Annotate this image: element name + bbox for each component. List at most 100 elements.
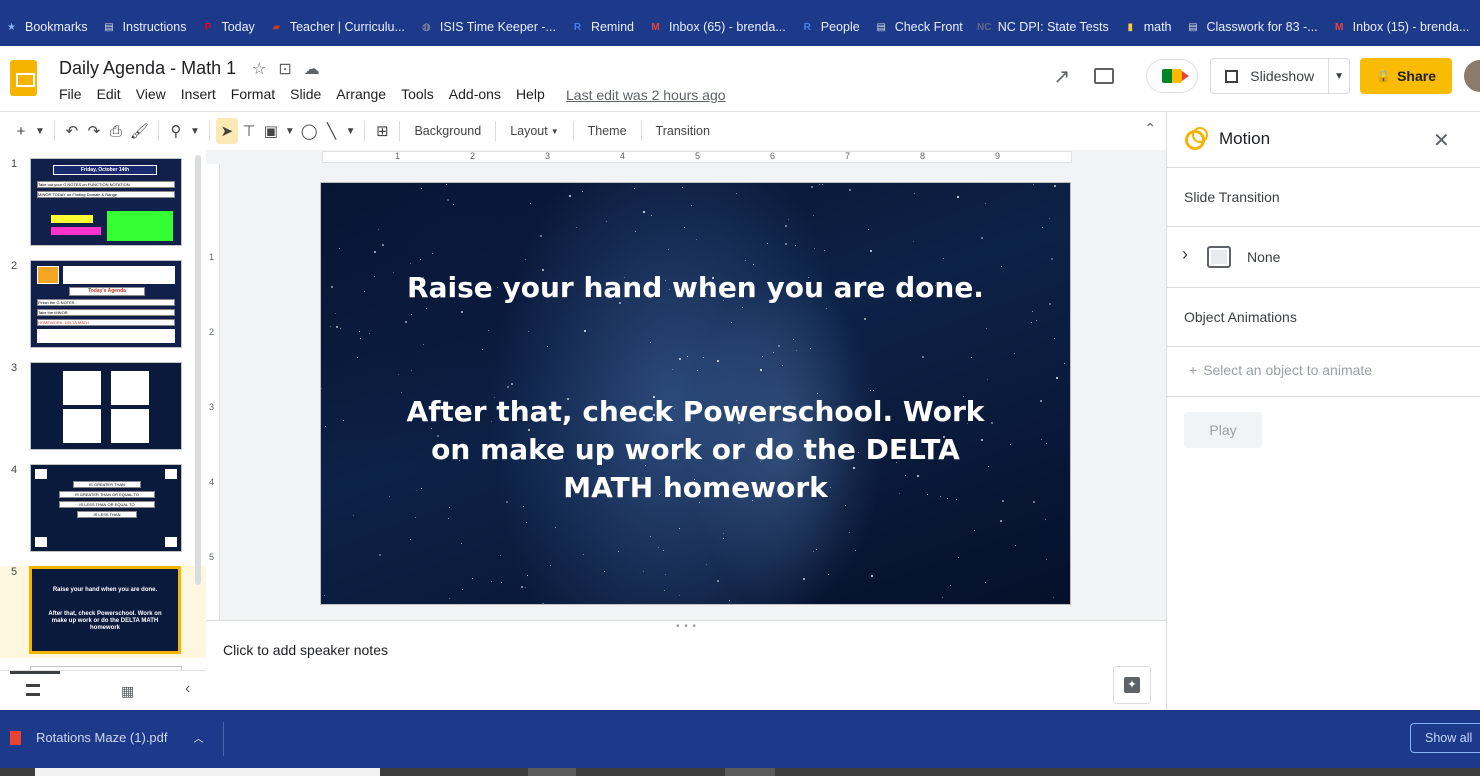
text-box-icon[interactable]: ⊤ <box>238 118 260 144</box>
star-icon[interactable]: ☆ <box>252 59 266 79</box>
slide-thumbnail-selected[interactable]: Raise your hand when you are done. After… <box>29 566 181 654</box>
menu-item-help[interactable]: Help <box>516 86 545 102</box>
bookmark-item[interactable]: P Today <box>200 20 255 35</box>
filmstrip-view-icon[interactable] <box>26 684 40 696</box>
thumb-symbol <box>35 537 47 547</box>
close-icon[interactable]: ✕ <box>1433 128 1450 153</box>
image-dropdown-icon[interactable]: ▼ <box>282 118 298 144</box>
divider <box>1167 226 1480 227</box>
line-dropdown-icon[interactable]: ▼ <box>343 118 359 144</box>
chevron-up-icon[interactable]: ︿ <box>194 730 204 745</box>
line-icon[interactable]: ╲ <box>321 118 343 144</box>
activity-dashboard-icon[interactable]: ↗ <box>1054 64 1071 89</box>
transition-button[interactable]: Transition <box>648 118 718 144</box>
share-button[interactable]: 🔒 Share <box>1360 58 1452 94</box>
menu-item-file[interactable]: File <box>59 86 82 102</box>
bookmark-item[interactable]: ▰ Teacher | Curriculu... <box>269 20 404 35</box>
slide-thumbnail[interactable]: Friday, October 14th Take out your G NOT… <box>30 158 182 246</box>
image-icon[interactable]: ▣ <box>260 118 282 144</box>
bookmark-item[interactable]: R Remind <box>570 20 634 35</box>
star-dot <box>448 597 450 599</box>
bookmark-item[interactable]: ▮ math <box>1123 20 1171 35</box>
slideshow-dropdown-icon[interactable]: ▼ <box>1329 71 1349 82</box>
horizontal-ruler[interactable]: 1 2 3 4 5 6 7 8 9 <box>322 151 1072 163</box>
ruler-tick-label: 8 <box>920 151 926 161</box>
notes-resize-handle[interactable]: • • • <box>676 621 697 632</box>
transition-selector[interactable]: › None <box>1167 228 1480 288</box>
star-dot <box>705 563 707 565</box>
taskbar-app[interactable] <box>528 768 576 776</box>
filmstrip-scrollbar[interactable] <box>195 155 201 585</box>
shape-icon[interactable]: ◯ <box>298 118 321 144</box>
menu-item-tools[interactable]: Tools <box>401 86 434 102</box>
comment-history-icon[interactable] <box>1094 68 1115 84</box>
slides-logo-icon[interactable] <box>10 60 37 96</box>
print-icon[interactable]: ⎙ <box>105 118 127 144</box>
background-button[interactable]: Background <box>406 118 489 144</box>
add-comment-icon[interactable]: ⊞ <box>371 118 393 144</box>
bookmark-item[interactable]: ▤ Instructions <box>102 20 186 35</box>
star-dot <box>794 244 796 246</box>
taskbar-app[interactable] <box>725 768 775 776</box>
chevron-right-icon[interactable]: › <box>1182 244 1188 265</box>
bookmark-item[interactable]: R People <box>800 20 860 35</box>
filmstrip: 1 Friday, October 14th Take out your G N… <box>0 150 206 670</box>
bookmark-item[interactable]: M Inbox (15) - brenda... <box>1332 20 1469 35</box>
paint-format-icon[interactable]: 🖌 <box>127 118 152 144</box>
star-dot <box>1013 352 1015 354</box>
slide-canvas[interactable]: Raise your hand when you are done. After… <box>320 182 1071 605</box>
bookmark-item[interactable]: ▤ Check Front <box>874 20 962 35</box>
menu-item-insert[interactable]: Insert <box>181 86 216 102</box>
slide-thumbnail[interactable]: IS GREATER THAN IS GREATER THAN OR EQUAL… <box>30 464 182 552</box>
menu-item-edit[interactable]: Edit <box>97 86 121 102</box>
select-object-to-animate: + Select an object to animate <box>1189 362 1372 378</box>
show-all-button[interactable]: Show all <box>1410 723 1480 753</box>
menu-item-format[interactable]: Format <box>231 86 275 102</box>
nc-icon: NC <box>977 21 992 33</box>
menu-item-arrange[interactable]: Arrange <box>336 86 386 102</box>
bookmark-item[interactable]: ★ Bookmarks <box>4 20 88 35</box>
menu-item-view[interactable]: View <box>136 86 166 102</box>
slide-thumbnail[interactable]: Today's Agenda Finish the G NOTES Take t… <box>30 260 182 348</box>
star-dot <box>1046 443 1048 444</box>
redo-icon[interactable]: ↷ <box>83 118 105 144</box>
bookmark-item[interactable]: ◍ ISIS Time Keeper -... <box>419 20 556 35</box>
zoom-icon[interactable]: ⚲ <box>165 118 187 144</box>
bookmark-item[interactable]: M Inbox (65) - brenda... <box>648 20 785 35</box>
meet-button[interactable] <box>1146 59 1199 93</box>
collapse-toolbar-icon[interactable]: ⌃ <box>1144 120 1156 137</box>
document-title[interactable]: Daily Agenda - Math 1 <box>59 58 236 79</box>
select-cursor-icon[interactable]: ➤ <box>215 118 238 144</box>
download-item[interactable]: Rotations Maze (1).pdf ︿ <box>10 730 204 745</box>
taskbar-search-box[interactable] <box>35 768 380 776</box>
slide-text-line2[interactable]: After that, check Powerschool. Work on m… <box>401 393 990 507</box>
play-button[interactable]: Play <box>1184 412 1262 448</box>
new-slide-icon[interactable]: + <box>10 118 32 144</box>
slide-text-line1[interactable]: Raise your hand when you are done. <box>321 271 1070 304</box>
avatar[interactable] <box>1464 60 1480 92</box>
slideshow-button[interactable]: Slideshow <box>1211 59 1330 93</box>
zoom-dropdown-icon[interactable]: ▼ <box>187 118 203 144</box>
speaker-notes-input[interactable]: Click to add speaker notes <box>223 642 388 658</box>
menu-item-slide[interactable]: Slide <box>290 86 321 102</box>
star-dot <box>813 550 815 552</box>
new-slide-dropdown-icon[interactable]: ▼ <box>32 118 48 144</box>
vertical-ruler[interactable]: 1 2 3 4 5 <box>206 164 220 620</box>
filmstrip-slide-5[interactable]: 5 Raise your hand when you are done. Aft… <box>0 566 206 658</box>
last-edit-link[interactable]: Last edit was 2 hours ago <box>566 87 726 103</box>
bookmark-item[interactable]: ▤ Classwork for 83 -... <box>1186 20 1317 35</box>
menu-item-addons[interactable]: Add-ons <box>449 86 501 102</box>
undo-icon[interactable]: ↶ <box>61 118 83 144</box>
thumb-row: IS GREATER THAN <box>73 481 141 488</box>
theme-button[interactable]: Theme <box>580 118 635 144</box>
star-dot <box>618 551 620 553</box>
collapse-filmstrip-icon[interactable]: ‹ <box>185 680 190 698</box>
star-dot <box>1000 266 1002 268</box>
slide-thumbnail[interactable] <box>30 362 182 450</box>
layout-button[interactable]: Layout ▼ <box>502 118 566 144</box>
bookmark-item[interactable]: NC NC DPI: State Tests <box>977 20 1109 35</box>
move-to-folder-icon[interactable]: ⊡ <box>278 59 291 79</box>
explore-button[interactable]: ✦ <box>1113 666 1151 704</box>
cloud-status-icon[interactable]: ☁ <box>304 59 320 79</box>
grid-view-icon[interactable]: ▦ <box>121 683 134 700</box>
